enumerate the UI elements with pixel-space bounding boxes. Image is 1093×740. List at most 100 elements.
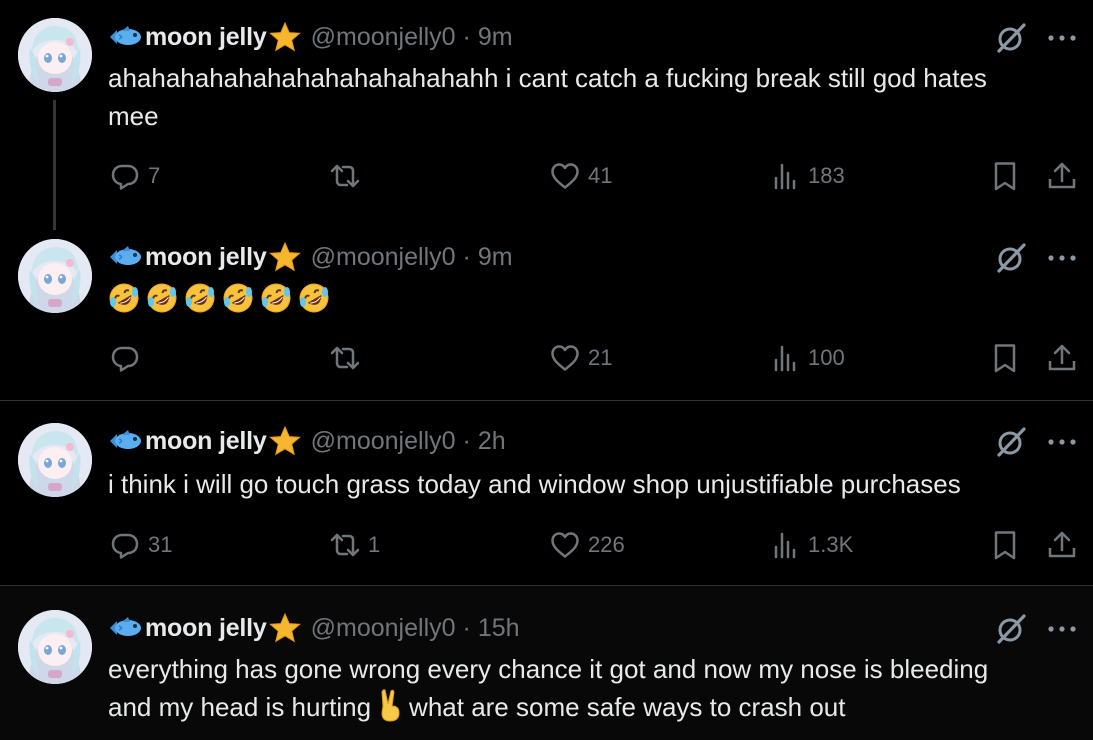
tweet-text: ahahahahahahahahahahahahahh i cant catch…	[108, 63, 987, 131]
separator-dot: ·	[462, 22, 471, 51]
bookmark-button[interactable]	[988, 525, 1022, 565]
bookmark-icon	[988, 159, 1022, 193]
grok-icon[interactable]	[994, 21, 1028, 55]
tweet-text-line: everything has gone wrong every chance i…	[108, 654, 989, 684]
fish-emoji-icon	[108, 428, 144, 454]
reply-icon	[108, 341, 142, 375]
more-options-icon[interactable]	[1046, 253, 1078, 263]
like-count: 226	[588, 532, 625, 557]
share-icon	[1045, 341, 1079, 375]
repost-icon	[328, 159, 362, 193]
heart-icon	[548, 341, 582, 375]
tweet-text-line: and my head is hurting what are some safe…	[108, 688, 1088, 726]
separator-dot: ·	[462, 242, 471, 271]
separator-dot: ·	[462, 613, 471, 642]
display-name[interactable]: moon jelly	[145, 243, 267, 272]
more-options-icon[interactable]	[1046, 437, 1078, 447]
tweet-header: moon jelly @moonjelly0 · 15h	[108, 613, 520, 643]
tweet-actions: 31 1 226 1.3K	[108, 525, 1083, 565]
like-button[interactable]: 226	[548, 525, 625, 565]
reply-button[interactable]: 31	[108, 525, 172, 565]
reply-button[interactable]	[108, 338, 148, 378]
display-name[interactable]: moon jelly	[145, 427, 267, 456]
like-button[interactable]: 21	[548, 338, 612, 378]
display-name[interactable]: moon jelly	[145, 23, 267, 52]
tweet[interactable]: moon jelly @moonjelly0 · 2h i think i wi…	[0, 401, 1093, 585]
repost-button[interactable]: 1	[328, 525, 380, 565]
grok-icon[interactable]	[994, 241, 1028, 275]
reply-count: 31	[148, 532, 173, 557]
bookmark-icon	[988, 341, 1022, 375]
repost-icon	[328, 341, 362, 375]
star-emoji-icon	[269, 613, 301, 643]
share-icon	[1045, 528, 1079, 562]
tweet-actions: 7 41 183	[108, 156, 1083, 196]
timestamp[interactable]: 9m	[478, 23, 513, 52]
tweet-emoji-text	[108, 282, 336, 320]
share-button[interactable]	[1045, 338, 1079, 378]
grok-icon[interactable]	[994, 612, 1028, 646]
repost-button[interactable]	[328, 338, 368, 378]
reply-count: 7	[148, 163, 161, 188]
avatar[interactable]	[18, 18, 92, 92]
reply-button[interactable]: 7	[108, 156, 160, 196]
views-chart-icon	[768, 341, 802, 375]
share-icon	[1045, 159, 1079, 193]
rofl-emoji-icon	[184, 282, 216, 314]
timestamp[interactable]: 15h	[478, 614, 520, 643]
views-chart-icon	[768, 159, 802, 193]
more-options-icon[interactable]	[1046, 33, 1078, 43]
fish-emoji-icon	[108, 244, 144, 270]
repost-button[interactable]	[328, 156, 368, 196]
like-button[interactable]: 41	[548, 156, 612, 196]
tweet-header: moon jelly @moonjelly0 · 2h	[108, 426, 506, 456]
grok-icon[interactable]	[994, 425, 1028, 459]
tweet[interactable]: moon jelly @moonjelly0 · 9m ahahahahahah…	[0, 0, 1093, 230]
star-emoji-icon	[269, 426, 301, 456]
views-chart-icon	[768, 528, 802, 562]
user-handle[interactable]: @moonjelly0	[311, 23, 456, 52]
tweet-text-segment: what are some safe ways to crash out	[409, 692, 846, 722]
victory-hand-emoji-icon	[377, 688, 405, 722]
star-emoji-icon	[269, 242, 301, 272]
fish-emoji-icon	[108, 615, 144, 641]
like-count: 21	[588, 345, 613, 370]
views-button[interactable]: 183	[768, 156, 845, 196]
more-options-icon[interactable]	[1046, 624, 1078, 634]
avatar[interactable]	[18, 610, 92, 684]
timestamp[interactable]: 2h	[478, 427, 506, 456]
views-button[interactable]: 100	[768, 338, 845, 378]
separator-dot: ·	[462, 426, 471, 455]
tweet[interactable]: moon jelly @moonjelly0 · 9m 21 100	[0, 230, 1093, 400]
user-handle[interactable]: @moonjelly0	[311, 243, 456, 272]
user-handle[interactable]: @moonjelly0	[311, 427, 456, 456]
rofl-emoji-icon	[108, 282, 140, 314]
user-handle[interactable]: @moonjelly0	[311, 614, 456, 643]
views-button[interactable]: 1.3K	[768, 525, 853, 565]
star-emoji-icon	[269, 22, 301, 52]
tweet-header: moon jelly @moonjelly0 · 9m	[108, 22, 513, 52]
timestamp[interactable]: 9m	[478, 243, 513, 272]
avatar[interactable]	[18, 423, 92, 497]
reply-icon	[108, 159, 142, 193]
tweet-text: i think i will go touch grass today and …	[108, 469, 961, 499]
tweet-actions: 21 100	[108, 338, 1083, 378]
tweet-text-segment: and my head is hurting	[108, 692, 372, 722]
bookmark-button[interactable]	[988, 156, 1022, 196]
views-count: 100	[808, 345, 845, 370]
bookmark-button[interactable]	[988, 338, 1022, 378]
repost-count: 1	[368, 532, 381, 557]
avatar[interactable]	[18, 239, 92, 313]
timeline-feed: moon jelly @moonjelly0 · 9m ahahahahahah…	[0, 0, 1093, 740]
rofl-emoji-icon	[298, 282, 330, 314]
views-count: 1.3K	[808, 532, 854, 557]
tweet[interactable]: moon jelly @moonjelly0 · 15h everything …	[0, 586, 1093, 740]
display-name[interactable]: moon jelly	[145, 614, 267, 643]
tweet-text: everything has gone wrong every chance i…	[108, 650, 1088, 726]
share-button[interactable]	[1045, 525, 1079, 565]
share-button[interactable]	[1045, 156, 1079, 196]
rofl-emoji-icon	[260, 282, 292, 314]
fish-emoji-icon	[108, 24, 144, 50]
rofl-emoji-icon	[146, 282, 178, 314]
bookmark-icon	[988, 528, 1022, 562]
